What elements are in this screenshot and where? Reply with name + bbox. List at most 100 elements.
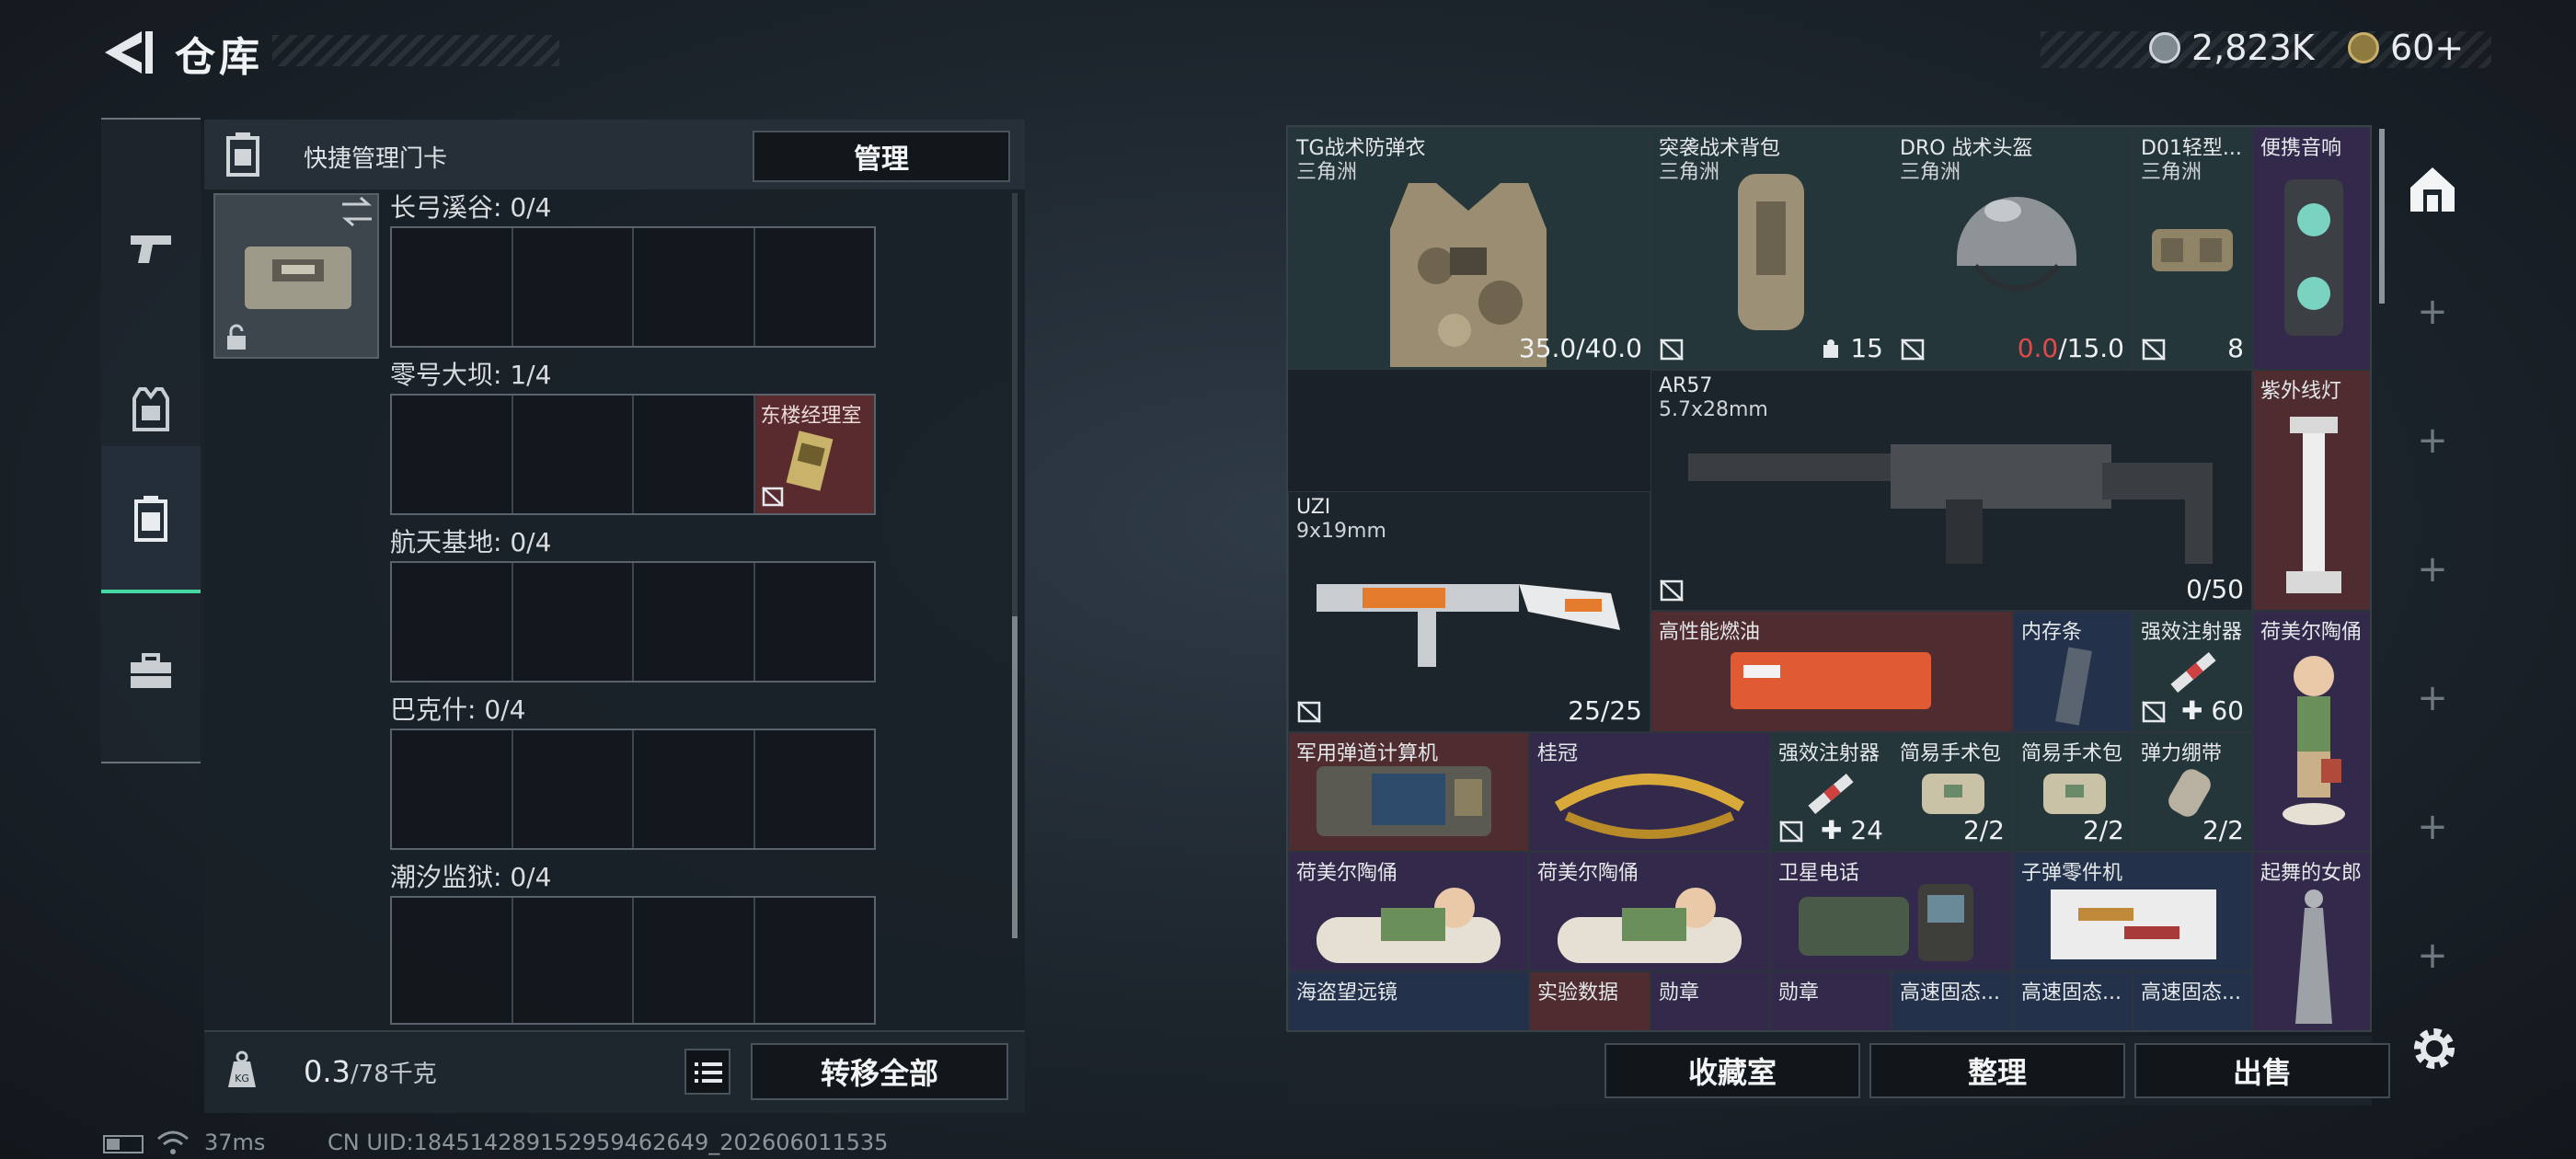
list-view-button[interactable]	[684, 1049, 730, 1095]
inventory-item-backpack[interactable]: 突袭战术背包 三角洲 15	[1650, 127, 1892, 370]
keycard-slot[interactable]	[755, 898, 875, 1023]
list-icon	[695, 1062, 722, 1083]
inventory-item-surgery-kit[interactable]: 简易手术包 2/2	[1892, 732, 2013, 852]
item-name: 高速固态...	[2141, 981, 2241, 1004]
item-name: 内存条	[2021, 621, 2083, 644]
left-scroll-thumb[interactable]	[1012, 616, 1018, 938]
no-sell-icon	[1660, 339, 1684, 361]
inventory-item-bandage[interactable]: 弹力绷带 2/2	[2133, 732, 2252, 852]
inventory-item-bullet-parts[interactable]: 子弹零件机	[2013, 852, 2252, 971]
inventory-item-ram[interactable]: 内存条	[2013, 611, 2133, 732]
item-name: 高性能燃油	[1659, 621, 1761, 644]
inventory-item-medal[interactable]: 勋章	[1770, 971, 1892, 1030]
keycard-slot[interactable]	[513, 898, 634, 1023]
no-sell-icon	[1660, 580, 1684, 602]
inventory-item-ar57[interactable]: AR57 5.7x28mm 0/50	[1650, 370, 2252, 611]
inventory-item-ssd[interactable]: 高速固态...	[1892, 971, 2013, 1030]
map-slots-longbow	[390, 226, 876, 348]
vest-icon	[132, 387, 169, 431]
keycard-slot[interactable]	[392, 563, 513, 681]
inventory-item-figurine[interactable]: 荷美尔陶俑	[1288, 852, 1529, 971]
keycard-slot[interactable]	[755, 563, 875, 681]
inventory-item-helmet[interactable]: DRO 战术头盔 三角洲 0.0/15.0	[1892, 127, 2133, 370]
inventory-item-laurel[interactable]: 桂冠	[1529, 732, 1770, 852]
item-name: 便携音响	[2260, 137, 2342, 160]
supplies-tab[interactable]	[101, 598, 201, 745]
item-name: 简易手术包	[1900, 742, 2002, 765]
keycard-slot[interactable]	[634, 730, 755, 848]
item-name: 起舞的女郎	[2260, 862, 2363, 885]
keycard-tab[interactable]	[101, 446, 201, 593]
item-name: 弹力绷带	[2141, 742, 2223, 765]
inventory-item-medal[interactable]: 勋章	[1650, 971, 1770, 1030]
inventory-item-fuel[interactable]: 高性能燃油	[1650, 611, 2013, 732]
inventory-item-lab-data[interactable]: 实验数据	[1529, 971, 1650, 1030]
item-uses: 2/2	[2202, 815, 2244, 845]
inventory-item-ssd[interactable]: 高速固态...	[2133, 971, 2252, 1030]
inventory-item-telescope[interactable]: 海盗望远镜	[1288, 971, 1529, 1030]
inventory-item-armor[interactable]: TG战术防弹衣 三角洲 35.0/40.0	[1288, 127, 1650, 370]
keycard-slot[interactable]	[634, 563, 755, 681]
keycard-slot[interactable]	[755, 730, 875, 848]
keycard-slot[interactable]	[392, 898, 513, 1023]
keycard-name: 东楼经理室	[760, 405, 862, 428]
add-warehouse-button[interactable]: +	[2390, 291, 2475, 346]
keycard-slot[interactable]	[392, 730, 513, 848]
item-name: 勋章	[1778, 981, 1820, 1004]
inventory-scroll-thumb[interactable]	[2379, 129, 2385, 304]
no-sell-icon	[1297, 701, 1321, 723]
add-warehouse-button[interactable]: +	[2390, 806, 2475, 861]
keycard-slot[interactable]	[634, 228, 755, 346]
health-amount: 60	[2211, 695, 2244, 726]
inventory-item-uzi[interactable]: UZI 9x19mm 25/25	[1288, 491, 1650, 732]
inventory-item-surgery-kit[interactable]: 简易手术包 2/2	[2013, 732, 2133, 852]
gold-currency[interactable]: 60+	[2348, 28, 2464, 68]
inventory-item-speaker[interactable]: 便携音响	[2252, 127, 2370, 370]
keycard-slot[interactable]	[755, 228, 875, 346]
item-name: 高速固态...	[2021, 981, 2122, 1004]
collection-room-button[interactable]: 收藏室	[1604, 1043, 1860, 1098]
inventory-item-chest-rig[interactable]: D01轻型... 三角洲 8	[2133, 127, 2252, 370]
keycard-slot[interactable]	[513, 730, 634, 848]
back-arrow-icon[interactable]	[101, 28, 156, 77]
inventory-item-injector[interactable]: 强效注射器 ✚ 60	[2133, 611, 2252, 732]
sell-button[interactable]: 出售	[2134, 1043, 2390, 1098]
weight-readout: 0.3/78千克	[304, 1054, 437, 1089]
map-label-longbow: 长弓溪谷: 0/4	[390, 192, 552, 223]
swap-icon[interactable]	[339, 195, 375, 228]
inventory-item-ssd[interactable]: 高速固态...	[2013, 971, 2133, 1030]
silver-currency[interactable]: 2,823K	[2149, 28, 2315, 68]
bandage-icon	[2168, 769, 2211, 817]
keycard-slot[interactable]	[392, 228, 513, 346]
add-warehouse-button[interactable]: +	[2390, 677, 2475, 732]
keycard-slot[interactable]	[513, 396, 634, 513]
keycard-manage-icon	[226, 132, 259, 177]
figurine-icon	[1558, 888, 1742, 963]
settings-gear-icon[interactable]	[2409, 1023, 2460, 1074]
inventory-item-figurine[interactable]: 荷美尔陶俑	[2252, 611, 2370, 852]
figurine-icon	[1317, 888, 1501, 963]
inventory-item-injector[interactable]: 强效注射器 ✚ 24	[1770, 732, 1892, 852]
add-warehouse-button[interactable]: +	[2390, 935, 2475, 990]
keycard-slot-filled[interactable]: 东楼经理室	[754, 396, 874, 513]
inventory-item-figurine[interactable]: 荷美尔陶俑	[1529, 852, 1770, 971]
keycard-slot[interactable]	[634, 396, 755, 513]
manage-button[interactable]: 管理	[753, 131, 1010, 182]
inventory-item-dancer[interactable]: 起舞的女郎	[2252, 852, 2370, 1030]
weapons-tab[interactable]	[101, 175, 201, 322]
add-warehouse-button[interactable]: +	[2390, 548, 2475, 603]
inventory-item-sat-phone[interactable]: 卫星电话	[1770, 852, 2013, 971]
helmet-icon	[1957, 197, 2076, 292]
transfer-all-button[interactable]: 转移全部	[751, 1043, 1008, 1100]
inventory-item-uv-lamp[interactable]: 紫外线灯	[2252, 370, 2370, 611]
inventory-item-ballistic-computer[interactable]: 军用弹道计算机	[1288, 732, 1529, 852]
no-sell-icon	[1901, 339, 1925, 361]
keycard-slot[interactable]	[392, 396, 513, 513]
item-name: 荷美尔陶俑	[2260, 621, 2363, 644]
keycard-slot[interactable]	[634, 898, 755, 1023]
keycard-panel-title: 快捷管理门卡	[304, 145, 448, 173]
keycard-slot[interactable]	[513, 563, 634, 681]
keycard-slot[interactable]	[513, 228, 634, 346]
add-warehouse-button[interactable]: +	[2390, 419, 2475, 475]
sort-button[interactable]: 整理	[1869, 1043, 2125, 1098]
